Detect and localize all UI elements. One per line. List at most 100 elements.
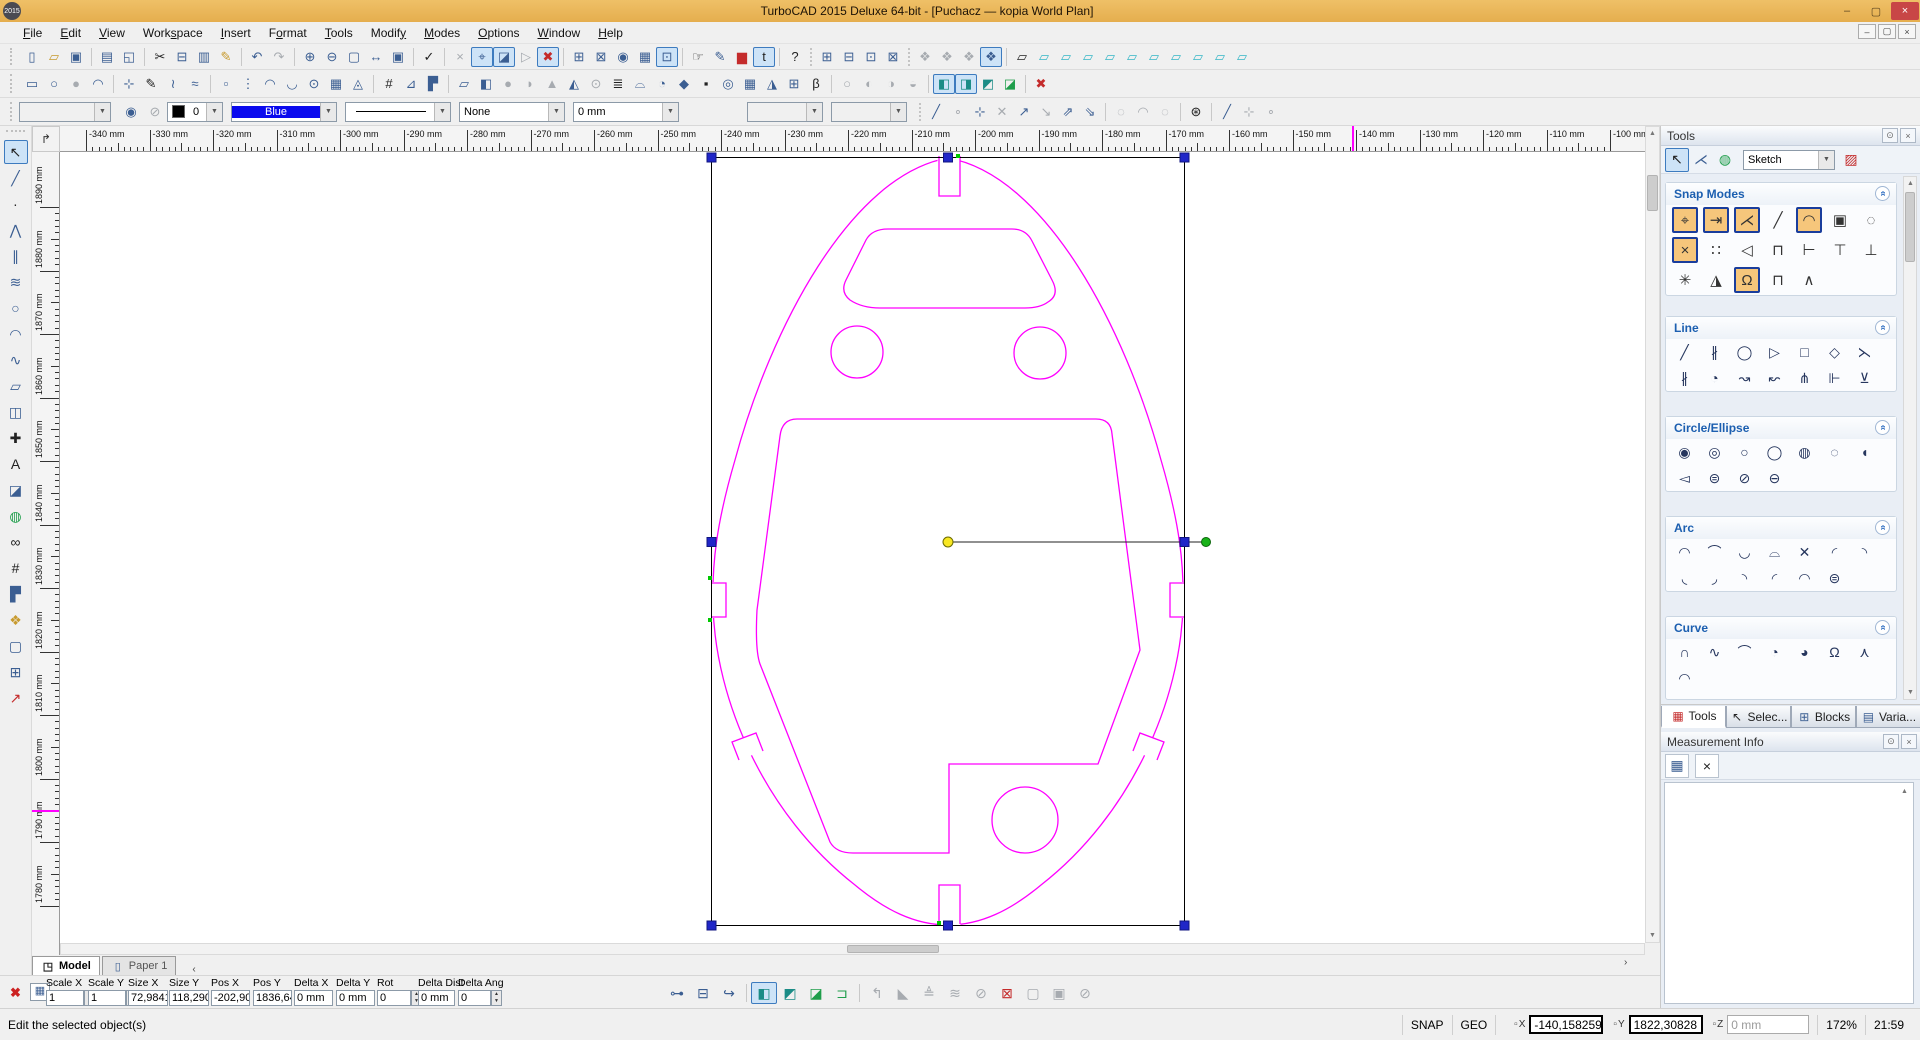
circle-icon[interactable]: ○ (4, 296, 28, 320)
view-right-icon[interactable]: ▱ (1099, 47, 1121, 67)
snap-line-icon[interactable]: ╱ (1765, 207, 1791, 233)
snap-workplane-icon[interactable]: ◮ (1703, 267, 1729, 293)
point-icon[interactable]: ∙ (4, 192, 28, 216)
line-perpendicular-icon[interactable]: ⋋ (1852, 341, 1877, 363)
rectangle-icon[interactable]: ▭ (21, 74, 43, 94)
geo-status[interactable]: GEO (1461, 1018, 1488, 1032)
trim-icon[interactable]: ↘ (1035, 102, 1057, 122)
snap-arc-center-icon[interactable]: ◠ (1796, 207, 1822, 233)
curve-icon[interactable]: ∿ (4, 348, 28, 372)
save-icon[interactable]: ▣ (65, 47, 87, 67)
arc-ces-icon[interactable]: ◡ (281, 74, 303, 94)
mesh-icon[interactable]: ▦ (739, 74, 761, 94)
polyline-icon[interactable]: ⋀ (4, 218, 28, 242)
undo-icon[interactable]: ↶ (246, 47, 268, 67)
rotate-copy-icon[interactable]: ◣ (890, 982, 916, 1004)
insert-symbol-icon[interactable]: ◍ (4, 504, 28, 528)
hatch-icon[interactable]: ▦ (325, 74, 347, 94)
menu-edit[interactable]: Edit (51, 24, 90, 42)
line-irregular-icon[interactable]: ▷ (1762, 341, 1787, 363)
panel-tab-variables[interactable]: ▤ Varia... (1856, 706, 1920, 728)
pos-x-input[interactable]: -202,9063 (211, 990, 250, 1006)
horizontal-scroll-thumb[interactable] (847, 945, 939, 953)
line-bisector-icon[interactable]: ⋔ (1792, 367, 1817, 389)
zoom-full-icon[interactable]: ▣ (387, 47, 409, 67)
view-front-icon[interactable]: ▱ (1033, 47, 1055, 67)
collapse-chevron-icon[interactable]: « (1875, 186, 1890, 201)
revolve-icon[interactable]: ◔ (651, 74, 673, 94)
zoom-in-icon[interactable]: ⊕ (299, 47, 321, 67)
palette-combo[interactable]: Sketch ▼ (1743, 150, 1835, 170)
arc-center-se-icon[interactable]: ◠ (1672, 541, 1697, 563)
view-iso-add-icon[interactable]: ▱ (1011, 47, 1033, 67)
draft-wp-icon[interactable]: ◨ (955, 74, 977, 94)
panel-select-icon[interactable]: ↖ (1665, 148, 1689, 172)
tab-paper-1[interactable]: ▯ Paper 1 (102, 956, 177, 975)
restore-button[interactable]: ▢ (1862, 2, 1890, 20)
rotation-end-handle[interactable] (1202, 538, 1211, 547)
shade-hidden-icon[interactable]: ◐ (858, 74, 880, 94)
zoom-out-icon[interactable]: ⊖ (321, 47, 343, 67)
circle-double-point-icon[interactable]: ○ (1732, 441, 1757, 463)
pattern-node-icon[interactable]: ⊛ (1185, 102, 1207, 122)
curve-spiral-icon[interactable]: ◔ (1762, 641, 1787, 663)
new-icon[interactable]: ▯ (21, 47, 43, 67)
workplane-1-icon[interactable]: ⊞ (816, 47, 838, 67)
cut-icon[interactable]: ✂ (149, 47, 171, 67)
menu-options[interactable]: Options (469, 24, 528, 42)
open-icon[interactable]: ▱ (43, 47, 65, 67)
measurement-list[interactable]: ▲ (1664, 782, 1914, 1004)
parallel-icon[interactable]: ∥ (4, 244, 28, 268)
render-2-icon[interactable]: ❖ (936, 47, 958, 67)
compass-icon[interactable]: ◉ (612, 47, 634, 67)
snap-clear-icon[interactable]: ✖ (537, 47, 559, 67)
curve-spline-icon[interactable]: ∿ (1702, 641, 1727, 663)
insert-block-icon[interactable]: ⊠ (590, 47, 612, 67)
view-left-icon[interactable]: ▱ (1077, 47, 1099, 67)
torus-icon[interactable]: ⊙ (585, 74, 607, 94)
tab-scroll-right[interactable]: › (1624, 957, 1627, 968)
sphere-icon[interactable]: ● (497, 74, 519, 94)
pin-icon[interactable]: ⊙ (1882, 128, 1898, 143)
close-icon[interactable]: × (1901, 734, 1917, 749)
view-iso-se-icon[interactable]: ▱ (1165, 47, 1187, 67)
snap-rubber-icon[interactable]: ◁ (1734, 237, 1760, 263)
edit-segment-icon[interactable]: ╱ (925, 102, 947, 122)
line-style-combo[interactable]: ▼ (345, 102, 451, 122)
palette-options-icon[interactable]: ▨ (1839, 148, 1863, 172)
menu-modify[interactable]: Modify (362, 24, 415, 42)
scroll-down-icon[interactable]: ▼ (1646, 929, 1659, 942)
shade-gouraud-icon[interactable]: ◒ (902, 74, 924, 94)
snap-star-icon[interactable]: ✳ (1672, 267, 1698, 293)
ellipse-node-icon[interactable]: ◌ (1154, 102, 1176, 122)
panel-tab-tools[interactable]: ▦ Tools (1661, 706, 1726, 728)
zoom-extents-icon[interactable]: ↔ (365, 47, 387, 67)
print-icon[interactable]: ▤ (96, 47, 118, 67)
line-rectangle-icon[interactable]: □ (1792, 341, 1817, 363)
rotation-center-handle[interactable] (943, 537, 953, 547)
slab-icon[interactable]: ≣ (607, 74, 629, 94)
x-coordinate-field[interactable]: -140,158259 mm (1529, 1015, 1603, 1034)
delta-y-input[interactable]: 0 mm (336, 990, 375, 1006)
collapse-chevron-icon[interactable]: « (1875, 420, 1890, 435)
cancel-icon[interactable]: ✖ (10, 985, 21, 1001)
canvas-vertical-scrollbar[interactable]: ▲ ▼ (1645, 126, 1660, 943)
zoom-window-icon[interactable]: ▢ (343, 47, 365, 67)
paste-icon[interactable]: ▥ (193, 47, 215, 67)
draw-order-front-icon[interactable]: ◧ (751, 982, 777, 1004)
view-iso-sw-icon[interactable]: ▱ (1187, 47, 1209, 67)
z-coordinate-field[interactable]: 0 mm (1727, 1015, 1809, 1034)
arc-perp-2-icon[interactable]: ◝ (1732, 567, 1757, 589)
line-tangent-2arc-icon[interactable]: ↝ (1732, 367, 1757, 389)
workplane-3-icon[interactable]: ⊡ (860, 47, 882, 67)
view-back-icon[interactable]: ▱ (1055, 47, 1077, 67)
arc-node-icon[interactable]: ◠ (1132, 102, 1154, 122)
arc-1-2-3-icon[interactable]: ◜ (1822, 541, 1847, 563)
line-parallel-icon[interactable]: ∦ (1672, 367, 1697, 389)
erase-red-icon[interactable]: ✖ (1030, 74, 1052, 94)
pattern-combo[interactable]: None ▼ (459, 102, 565, 122)
draw-order-cp-icon[interactable]: ◪ (803, 982, 829, 1004)
menu-view[interactable]: View (90, 24, 134, 42)
text-cursor-icon[interactable]: t (753, 47, 775, 67)
solid-icon[interactable]: ◫ (4, 400, 28, 424)
